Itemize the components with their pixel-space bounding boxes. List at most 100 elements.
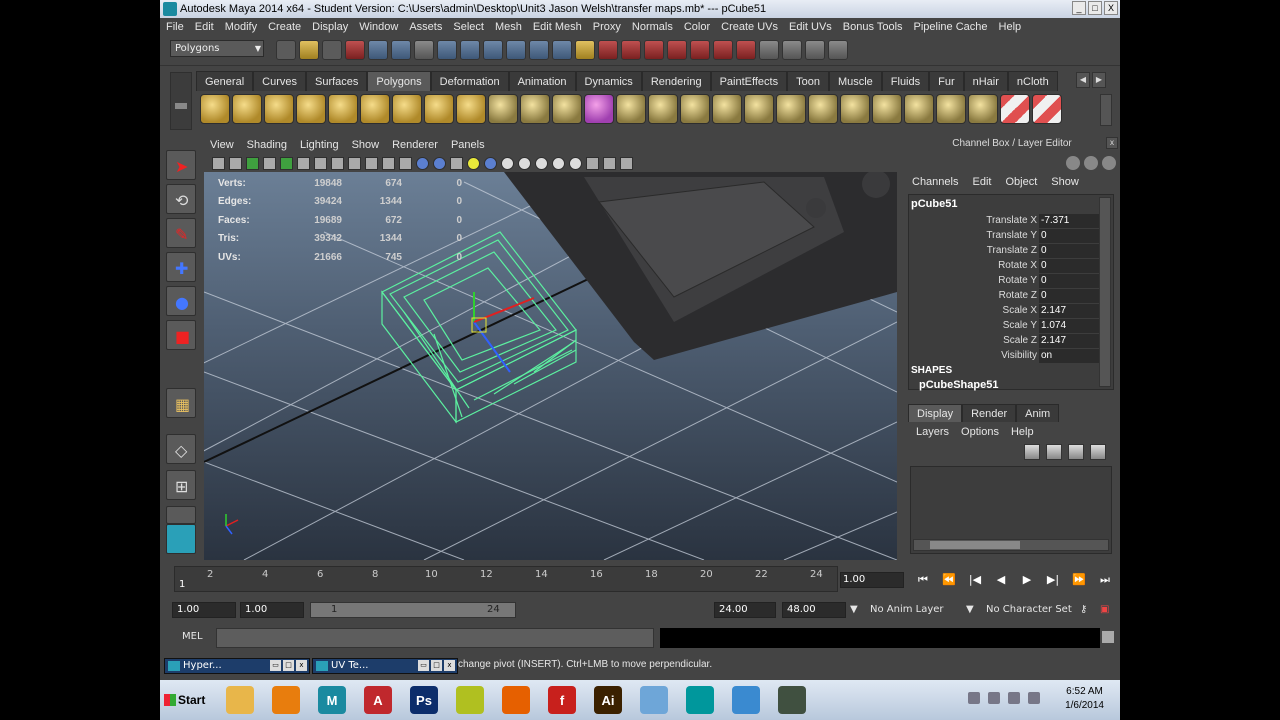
step-forward-key-icon[interactable]: ⏩: [1068, 572, 1090, 588]
network-icon[interactable]: [1008, 692, 1020, 704]
viewport-menu-view[interactable]: View: [210, 139, 234, 151]
attr-value[interactable]: 0: [1039, 243, 1099, 258]
menu-edit-mesh[interactable]: Edit Mesh: [533, 21, 582, 33]
animation-start-field[interactable]: 1.00: [172, 602, 236, 618]
scrollbar-thumb[interactable]: [930, 541, 1020, 549]
menu-file[interactable]: File: [166, 21, 184, 33]
combine-icon[interactable]: [488, 94, 518, 124]
selection-mask-icon[interactable]: [414, 40, 434, 60]
tab-surfaces[interactable]: Surfaces: [305, 71, 368, 91]
bevel-icon[interactable]: [840, 94, 870, 124]
rotate-tool-button[interactable]: ●: [166, 286, 196, 316]
attr-row-scale-y[interactable]: Scale Y 1.074: [909, 318, 1101, 333]
anti-aliasing-icon[interactable]: [569, 156, 582, 170]
show-hidden-icons-icon[interactable]: [968, 692, 980, 704]
film-gate-icon[interactable]: [297, 156, 310, 170]
tab-render-layers[interactable]: Render: [962, 404, 1017, 422]
select-hierarchy-icon[interactable]: [345, 40, 365, 60]
depth-of-field-icon[interactable]: [586, 156, 599, 170]
save-scene-icon[interactable]: [322, 40, 342, 60]
close-icon[interactable]: x: [1106, 137, 1118, 149]
minimized-window-hypershade[interactable]: Hyper... ▭ □ x: [164, 658, 310, 674]
tab-general[interactable]: General: [196, 71, 254, 91]
offset-edge-loop-icon[interactable]: [776, 94, 806, 124]
attr-value[interactable]: -7.371: [1039, 213, 1099, 228]
taskbar-calculator-button[interactable]: [634, 682, 674, 718]
channel-box-icon[interactable]: [1066, 156, 1080, 170]
planar-mapping-icon[interactable]: [872, 94, 902, 124]
maya-layout-button[interactable]: [166, 524, 196, 554]
minimized-window-uv-editor[interactable]: UV Te... ▭ □ x: [312, 658, 458, 674]
soft-select-icon[interactable]: [713, 40, 733, 60]
split-polygon-icon[interactable]: [712, 94, 742, 124]
poly-cylinder-icon[interactable]: [264, 94, 294, 124]
command-input[interactable]: [216, 628, 654, 648]
attr-row-translate-x[interactable]: Translate X -7.371: [909, 213, 1101, 228]
poly-pipe-icon[interactable]: [424, 94, 454, 124]
new-layer-icon[interactable]: [1068, 444, 1084, 460]
tab-muscle[interactable]: Muscle: [828, 71, 882, 91]
hypershade-icon[interactable]: [667, 40, 687, 60]
safe-title-icon[interactable]: [382, 156, 395, 170]
taskbar-arduino-button[interactable]: [680, 682, 720, 718]
le-menu-options[interactable]: Options: [961, 426, 999, 438]
animation-end-field[interactable]: 48.00: [782, 602, 846, 618]
tab-painteffects[interactable]: PaintEffects: [710, 71, 788, 91]
extrude-icon[interactable]: [616, 94, 646, 124]
taskbar-photoshop-button[interactable]: Ps: [404, 682, 444, 718]
tab-ncloth[interactable]: nCloth: [1007, 71, 1058, 91]
tab-toon[interactable]: Toon: [787, 71, 829, 91]
mirror-geometry-icon[interactable]: [1000, 94, 1030, 124]
time-slider-track[interactable]: 2 4 6 8 10 12 14 16 18 20 22 24 1: [174, 566, 838, 592]
taskbar-firefox-button[interactable]: [496, 682, 536, 718]
wireframe-on-shaded-icon[interactable]: [433, 156, 446, 170]
attr-row-rotate-z[interactable]: Rotate Z0: [909, 288, 1101, 303]
minimize-button[interactable]: _: [1072, 1, 1086, 15]
attr-row-rotate-x[interactable]: Rotate X0: [909, 258, 1101, 273]
smooth-icon[interactable]: [552, 94, 582, 124]
menu-select[interactable]: Select: [453, 21, 484, 33]
step-back-frame-icon[interactable]: |◀: [964, 572, 986, 588]
attr-value[interactable]: 0: [1039, 288, 1099, 303]
attr-row-scale-z[interactable]: Scale Z 2.147: [909, 333, 1101, 348]
tab-animation[interactable]: Animation: [508, 71, 576, 91]
clock[interactable]: 6:52 AM 1/6/2014: [1065, 685, 1104, 713]
insert-edge-loop-icon[interactable]: [744, 94, 774, 124]
layer-list-scrollbar[interactable]: [913, 539, 1109, 551]
range-slider-bar[interactable]: 1 24: [310, 602, 516, 618]
taskbar-blender-button[interactable]: [266, 682, 306, 718]
select-object-icon[interactable]: [368, 40, 388, 60]
play-forwards-icon[interactable]: ▶: [1016, 572, 1038, 588]
tab-display-layers[interactable]: Display: [908, 404, 963, 422]
menu-pipeline-cache[interactable]: Pipeline Cache: [914, 21, 988, 33]
viewport-menu-lighting[interactable]: Lighting: [300, 139, 339, 151]
isolate-select-icon[interactable]: [603, 156, 616, 170]
taskbar-game-button[interactable]: [772, 682, 812, 718]
move-layer-down-icon[interactable]: [1046, 444, 1062, 460]
restore-icon[interactable]: ▭: [418, 660, 429, 671]
attr-row-visibility[interactable]: Visibility on: [909, 348, 1101, 363]
single-perspective-layout-button[interactable]: ◇: [166, 434, 196, 464]
select-component-icon[interactable]: [391, 40, 411, 60]
menu-display[interactable]: Display: [312, 21, 348, 33]
render-view-icon[interactable]: [782, 40, 802, 60]
render-frame-icon[interactable]: [598, 40, 618, 60]
step-back-key-icon[interactable]: ⏪: [938, 572, 960, 588]
go-to-start-icon[interactable]: ⏮: [912, 572, 934, 588]
motion-blur-icon[interactable]: [552, 156, 565, 170]
attr-value[interactable]: 2.147: [1039, 303, 1099, 318]
preferences-icon[interactable]: ▣: [1100, 602, 1109, 618]
poly-torus-icon[interactable]: [360, 94, 390, 124]
viewport-menu-panels[interactable]: Panels: [451, 139, 485, 151]
lasso-tool-button[interactable]: ⟲: [166, 184, 196, 214]
bridge-icon[interactable]: [648, 94, 678, 124]
cb-menu-object[interactable]: Object: [1005, 176, 1037, 188]
textured-icon[interactable]: [450, 156, 463, 170]
lock-icon[interactable]: [575, 40, 595, 60]
make-live-icon[interactable]: [529, 40, 549, 60]
poly-pyramid-icon[interactable]: [392, 94, 422, 124]
spherical-mapping-icon[interactable]: [936, 94, 966, 124]
xray-joints-icon[interactable]: [518, 156, 531, 170]
four-view-layout-button[interactable]: ⊞: [166, 470, 196, 500]
layout-icon[interactable]: [805, 40, 825, 60]
